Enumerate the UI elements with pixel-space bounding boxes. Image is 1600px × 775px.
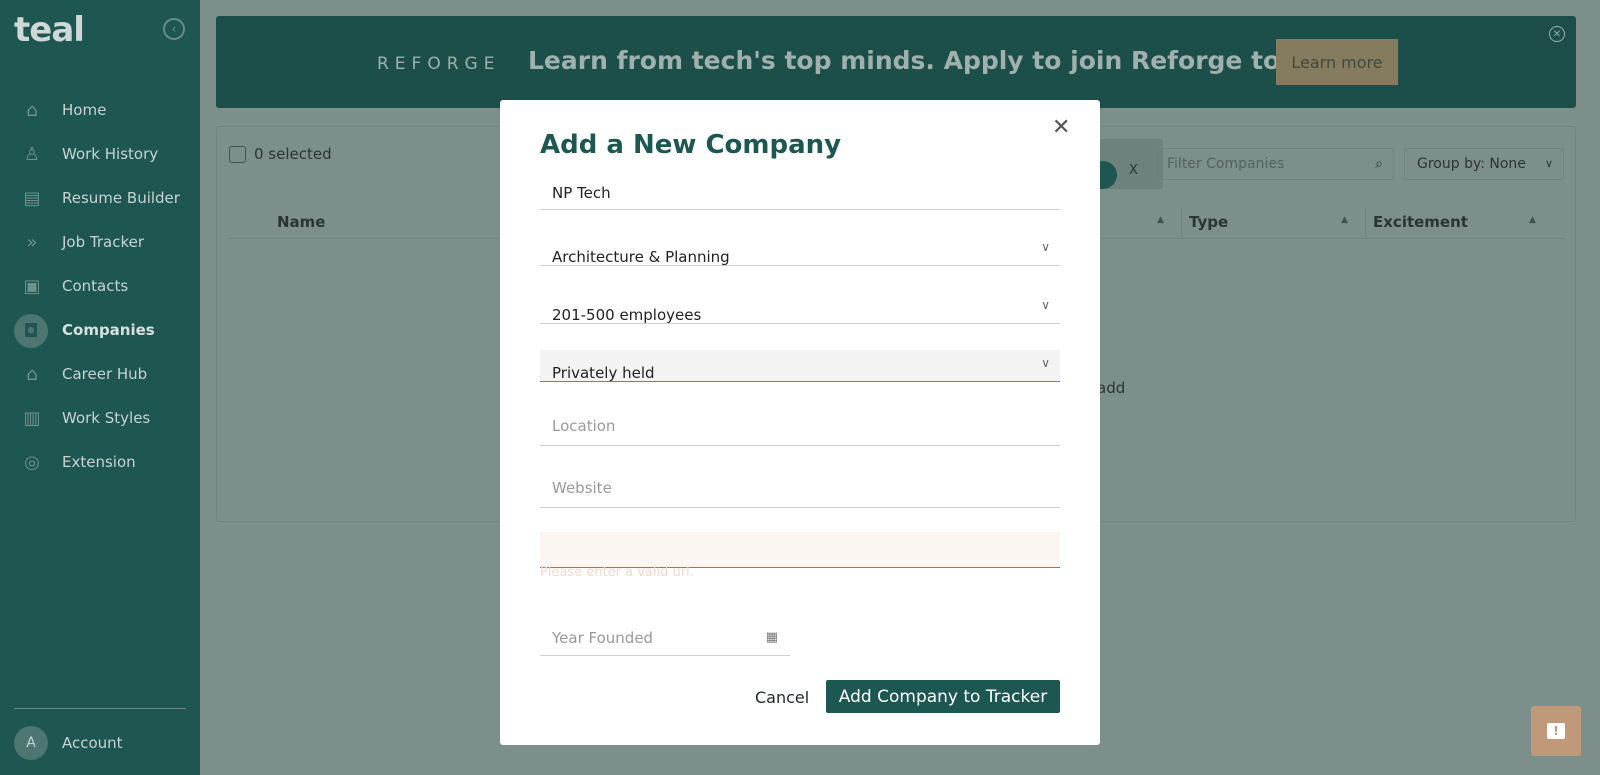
- industry-select[interactable]: Architecture & Planning ∨: [540, 230, 1060, 266]
- column-header-type[interactable]: Type: [1189, 213, 1228, 231]
- search-icon: ⌕: [1375, 156, 1383, 172]
- empty-state-text: add: [1097, 379, 1126, 397]
- year-founded-input[interactable]: Year Founded ▦: [540, 620, 790, 656]
- feedback-button[interactable]: !: [1531, 706, 1581, 756]
- company-type-value: Privately held: [552, 364, 655, 382]
- account-menu[interactable]: A Account: [14, 726, 123, 760]
- sidebar-item-label: Resume Builder: [62, 189, 180, 207]
- teal-logo[interactable]: teal: [14, 10, 85, 50]
- account-label: Account: [62, 734, 123, 752]
- document-icon: ▤: [23, 187, 41, 209]
- company-type-select[interactable]: Privately held ∨: [540, 350, 1060, 382]
- sidebar-item-label: Extension: [62, 453, 136, 471]
- selected-count: 0 selected: [254, 145, 332, 163]
- learn-more-button[interactable]: Learn more: [1276, 39, 1398, 85]
- industry-value: Architecture & Planning: [552, 248, 730, 266]
- company-name-value: NP Tech: [552, 184, 611, 202]
- select-all-checkbox[interactable]: [229, 146, 246, 163]
- url-input[interactable]: [540, 532, 1060, 568]
- close-banner-icon[interactable]: ✕: [1549, 26, 1565, 42]
- sidebar: teal ‹ ⌂ Home ♙ Work History ▤ Resume Bu…: [0, 0, 200, 775]
- chevron-down-icon: ∨: [1041, 240, 1050, 254]
- chevron-down-icon: ∨: [1544, 157, 1553, 170]
- calendar-icon[interactable]: ▦: [766, 620, 778, 656]
- group-by-select[interactable]: Group by: None ∨: [1404, 148, 1564, 180]
- sidebar-nav: ⌂ Home ♙ Work History ▤ Resume Builder »…: [0, 88, 200, 484]
- sidebar-item-extension[interactable]: ◎ Extension: [0, 440, 200, 484]
- sidebar-item-label: Job Tracker: [62, 233, 145, 251]
- sidebar-item-companies[interactable]: ◘ Companies: [0, 308, 200, 352]
- bar-chart-icon: ▥: [23, 407, 41, 429]
- sidebar-item-label: Career Hub: [62, 365, 148, 383]
- close-icon[interactable]: ✕: [1052, 115, 1070, 140]
- avatar: A: [14, 726, 48, 760]
- column-header-excitement[interactable]: Excitement: [1373, 213, 1468, 231]
- sort-icon[interactable]: ▲: [1341, 215, 1348, 225]
- briefcase-icon: ◘: [14, 314, 48, 348]
- year-founded-placeholder: Year Founded: [552, 629, 654, 647]
- graduation-cap-icon: ⌂: [26, 363, 38, 385]
- chevron-down-icon: ∨: [1041, 356, 1050, 370]
- chrome-icon: ◎: [24, 451, 40, 473]
- sidebar-item-label: Home: [62, 101, 107, 119]
- sidebar-item-work-history[interactable]: ♙ Work History: [0, 132, 200, 176]
- person-icon: ♙: [23, 143, 41, 165]
- column-divider: [1181, 207, 1182, 239]
- chevrons-icon: »: [26, 231, 38, 253]
- chip-indicator: [1097, 161, 1117, 189]
- sort-icon[interactable]: ▲: [1529, 215, 1536, 225]
- sidebar-item-label: Companies: [62, 321, 155, 339]
- reforge-logo: REFORGE: [377, 54, 501, 74]
- add-company-button[interactable]: Add Company to Tracker: [826, 680, 1060, 713]
- location-input[interactable]: Location: [540, 408, 1060, 446]
- location-placeholder: Location: [552, 417, 616, 435]
- sidebar-item-career-hub[interactable]: ⌂ Career Hub: [0, 352, 200, 396]
- sidebar-item-home[interactable]: ⌂ Home: [0, 88, 200, 132]
- collapse-sidebar-button[interactable]: ‹: [163, 18, 185, 40]
- sidebar-item-contacts[interactable]: ▣ Contacts: [0, 264, 200, 308]
- add-company-modal: Add a New Company ✕ NP Tech Architecture…: [500, 100, 1100, 745]
- filter-placeholder: Filter Companies: [1167, 156, 1285, 172]
- sidebar-item-job-tracker[interactable]: » Job Tracker: [0, 220, 200, 264]
- sidebar-item-work-styles[interactable]: ▥ Work Styles: [0, 396, 200, 440]
- company-size-value: 201-500 employees: [552, 306, 702, 324]
- sidebar-item-label: Work History: [62, 145, 159, 163]
- home-icon: ⌂: [26, 99, 38, 121]
- feedback-icon: !: [1547, 723, 1565, 739]
- sidebar-item-label: Contacts: [62, 277, 129, 295]
- column-header-name[interactable]: Name: [277, 213, 325, 231]
- url-error-message: Please enter a valid url.: [540, 565, 694, 580]
- sidebar-item-resume-builder[interactable]: ▤ Resume Builder: [0, 176, 200, 220]
- website-input[interactable]: Website: [540, 470, 1060, 508]
- cancel-button[interactable]: Cancel: [755, 688, 809, 707]
- website-placeholder: Website: [552, 479, 612, 497]
- sidebar-item-label: Work Styles: [62, 409, 151, 427]
- contact-card-icon: ▣: [23, 275, 41, 297]
- chip-close-icon[interactable]: X: [1129, 163, 1138, 178]
- banner-headline: Learn from tech's top minds. Apply to jo…: [528, 46, 1342, 75]
- group-by-value: Group by: None: [1417, 156, 1526, 172]
- promo-banner: REFORGE Learn from tech's top minds. App…: [216, 16, 1576, 108]
- modal-title: Add a New Company: [540, 130, 842, 160]
- sort-icon[interactable]: ▲: [1157, 215, 1164, 225]
- column-divider: [1365, 207, 1366, 239]
- sidebar-divider: [14, 708, 186, 709]
- filter-companies-input[interactable]: Filter Companies ⌕: [1154, 148, 1394, 180]
- company-size-select[interactable]: 201-500 employees ∨: [540, 288, 1060, 324]
- chevron-down-icon: ∨: [1041, 298, 1050, 312]
- company-name-input[interactable]: NP Tech: [540, 178, 1060, 210]
